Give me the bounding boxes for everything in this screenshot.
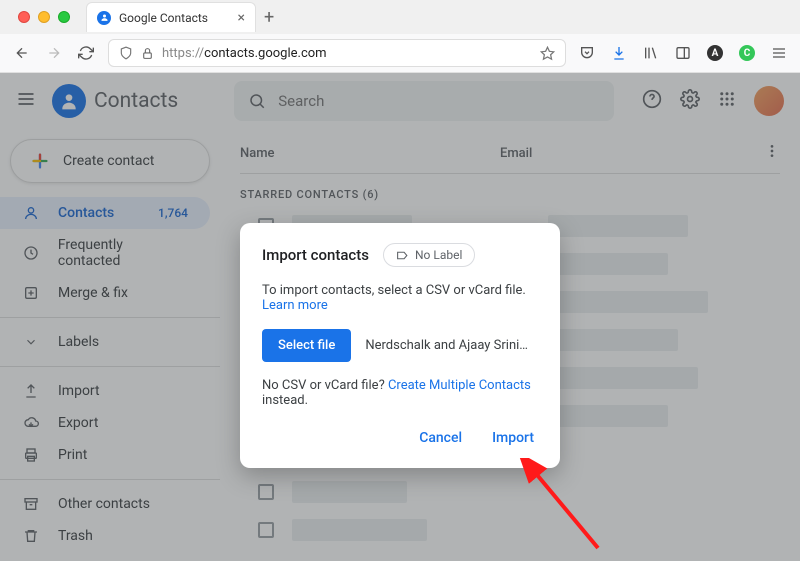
modal-overlay: Import contacts No Label To import conta… [0,73,800,561]
shield-icon [119,46,133,60]
tab-favicon [97,11,111,25]
sidebar-toggle-icon[interactable] [674,45,692,61]
close-tab-icon[interactable]: × [238,10,245,26]
create-multiple-link[interactable]: Create Multiple Contacts [388,378,531,393]
label-chip-text: No Label [415,248,462,262]
learn-more-link[interactable]: Learn more [262,298,328,313]
selected-file-name: Nerdschalk and Ajaay Srini… [365,338,528,353]
menu-icon[interactable] [770,45,788,61]
pocket-icon[interactable] [578,45,596,61]
close-window-button[interactable] [18,11,30,23]
star-icon[interactable] [540,46,555,61]
extension-a-icon[interactable]: A [706,45,724,61]
reload-button[interactable] [76,45,96,61]
import-button[interactable]: Import [488,424,538,452]
browser-tab[interactable]: Google Contacts × [86,2,256,32]
address-bar: https://contacts.google.com A C [0,34,800,72]
import-contacts-dialog: Import contacts No Label To import conta… [240,223,560,468]
url-text: https://contacts.google.com [162,46,532,61]
tab-bar: Google Contacts × + [0,0,800,34]
dialog-body-text: To import contacts, select a CSV or vCar… [262,283,538,313]
browser-chrome: Google Contacts × + https://contacts.goo… [0,0,800,73]
forward-button[interactable] [44,45,64,61]
cancel-button[interactable]: Cancel [415,424,466,452]
lock-icon [141,47,154,60]
label-icon [396,249,409,262]
back-button[interactable] [12,45,32,61]
dialog-title: Import contacts [262,246,369,264]
download-icon[interactable] [610,45,628,61]
new-tab-button[interactable]: + [264,7,274,28]
url-field[interactable]: https://contacts.google.com [108,39,566,67]
maximize-window-button[interactable] [58,11,70,23]
label-chip[interactable]: No Label [383,243,475,267]
select-file-button[interactable]: Select file [262,329,351,362]
dialog-alt-text: No CSV or vCard file? Create Multiple Co… [262,378,538,408]
library-icon[interactable] [642,45,660,61]
extension-c-icon[interactable]: C [738,45,756,61]
app-content: Contacts Create contact Contacts 1,76 [0,73,800,561]
window-controls [8,11,86,23]
minimize-window-button[interactable] [38,11,50,23]
tab-title: Google Contacts [119,11,208,25]
toolbar-right: A C [578,45,788,61]
